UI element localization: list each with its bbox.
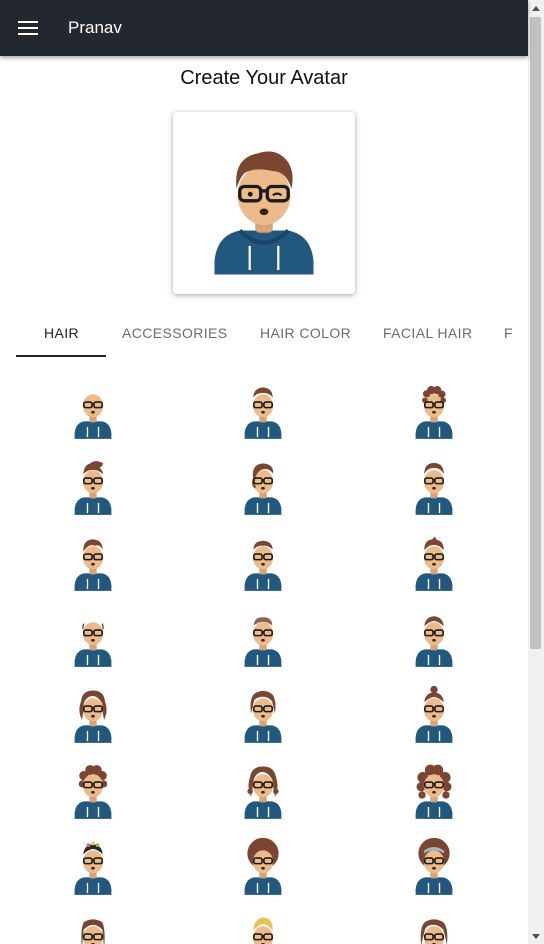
category-tabs: HAIR ACCESSORIES HAIR COLOR FACIAL HAIR … bbox=[0, 312, 528, 358]
avatar-thumbnail-icon bbox=[244, 690, 282, 743]
avatar-thumbnail-icon bbox=[244, 463, 282, 515]
hair-option-short-sides[interactable] bbox=[384, 602, 484, 672]
scrollbar-thumb[interactable] bbox=[530, 17, 541, 649]
hair-option-bald-sides[interactable] bbox=[43, 602, 143, 672]
avatar-thumbnail-icon bbox=[74, 841, 112, 895]
tab-facial-hair[interactable]: FACIAL HAIR bbox=[383, 312, 472, 358]
hair-option-bob[interactable] bbox=[213, 678, 313, 748]
hair-option-caesar[interactable] bbox=[213, 526, 313, 596]
avatar-thumbnail-icon bbox=[244, 387, 282, 439]
scroll-down-arrow-icon[interactable] bbox=[528, 928, 544, 944]
tab-hair[interactable]: HAIR bbox=[44, 312, 79, 358]
hamburger-menu-icon bbox=[18, 21, 38, 35]
hair-option-afro-headband[interactable] bbox=[384, 830, 484, 900]
tab-hair-color[interactable]: HAIR COLOR bbox=[260, 312, 351, 358]
hair-option-afro[interactable] bbox=[213, 830, 313, 900]
scroll-up-arrow-icon[interactable] bbox=[528, 0, 544, 16]
hair-option-frizzle[interactable] bbox=[384, 526, 484, 596]
hair-option-short-flat[interactable] bbox=[213, 374, 313, 444]
avatar-thumbnail-icon bbox=[244, 837, 282, 895]
menu-button[interactable] bbox=[0, 0, 56, 56]
avatar-thumbnail-icon bbox=[74, 690, 112, 743]
hair-option-long-wavy[interactable] bbox=[43, 678, 143, 748]
active-tab-indicator bbox=[16, 355, 106, 357]
app-title: Pranav bbox=[68, 18, 122, 37]
hair-option-top-bun[interactable] bbox=[384, 678, 484, 748]
avatar-thumbnail-icon bbox=[244, 540, 282, 591]
hair-option-curly-short[interactable] bbox=[384, 374, 484, 444]
avatar-preview bbox=[214, 151, 314, 275]
avatar-thumbnail-icon bbox=[415, 837, 453, 895]
avatar-thumbnail-icon bbox=[81, 919, 105, 944]
hair-option-bald[interactable] bbox=[43, 374, 143, 444]
hair-option-quiff[interactable] bbox=[43, 450, 143, 520]
avatar-thumbnail-icon bbox=[244, 617, 282, 667]
hair-option-side-shave[interactable] bbox=[213, 450, 313, 520]
avatar-thumbnail-icon bbox=[415, 616, 453, 667]
hair-option-flower-crown[interactable] bbox=[43, 830, 143, 900]
avatar-preview-card bbox=[173, 112, 355, 294]
avatar-thumbnail-icon bbox=[74, 394, 112, 439]
hair-option-bob-long[interactable] bbox=[384, 906, 484, 944]
hair-option-straight-long[interactable] bbox=[43, 906, 143, 944]
tab-partial[interactable]: F bbox=[504, 312, 513, 358]
avatar-thumbnail-icon bbox=[244, 766, 282, 819]
hair-option-long-curly[interactable] bbox=[213, 754, 313, 824]
hair-option-buzz[interactable] bbox=[213, 602, 313, 672]
avatar-thumbnail-icon bbox=[252, 917, 274, 944]
hair-option-short-round[interactable] bbox=[384, 450, 484, 520]
app-bar: Pranav bbox=[0, 0, 528, 56]
main-content: Create Your Avatar HAIR ACCESSORIES HAIR… bbox=[0, 56, 528, 944]
avatar-thumbnail-icon bbox=[420, 919, 448, 944]
scrollbar[interactable] bbox=[528, 0, 544, 944]
hair-option-curly-medium[interactable] bbox=[43, 754, 143, 824]
avatar-thumbnail-icon bbox=[74, 765, 112, 819]
hair-option-big-curly[interactable] bbox=[384, 754, 484, 824]
avatar-thumbnail-icon bbox=[74, 539, 112, 591]
avatar-thumbnail-icon bbox=[415, 685, 453, 743]
hair-option-blonde-short[interactable] bbox=[213, 906, 313, 944]
tab-accessories[interactable]: ACCESSORIES bbox=[122, 312, 228, 358]
page-title: Create Your Avatar bbox=[180, 67, 348, 89]
avatar-thumbnail-icon bbox=[415, 536, 453, 591]
hair-option-short-wavy[interactable] bbox=[43, 526, 143, 596]
avatar-thumbnail-icon bbox=[415, 764, 453, 819]
avatar-thumbnail-icon bbox=[415, 386, 453, 439]
avatar-thumbnail-icon bbox=[74, 461, 112, 515]
avatar-thumbnail-icon bbox=[74, 622, 112, 667]
avatar-thumbnail-icon bbox=[415, 462, 453, 515]
